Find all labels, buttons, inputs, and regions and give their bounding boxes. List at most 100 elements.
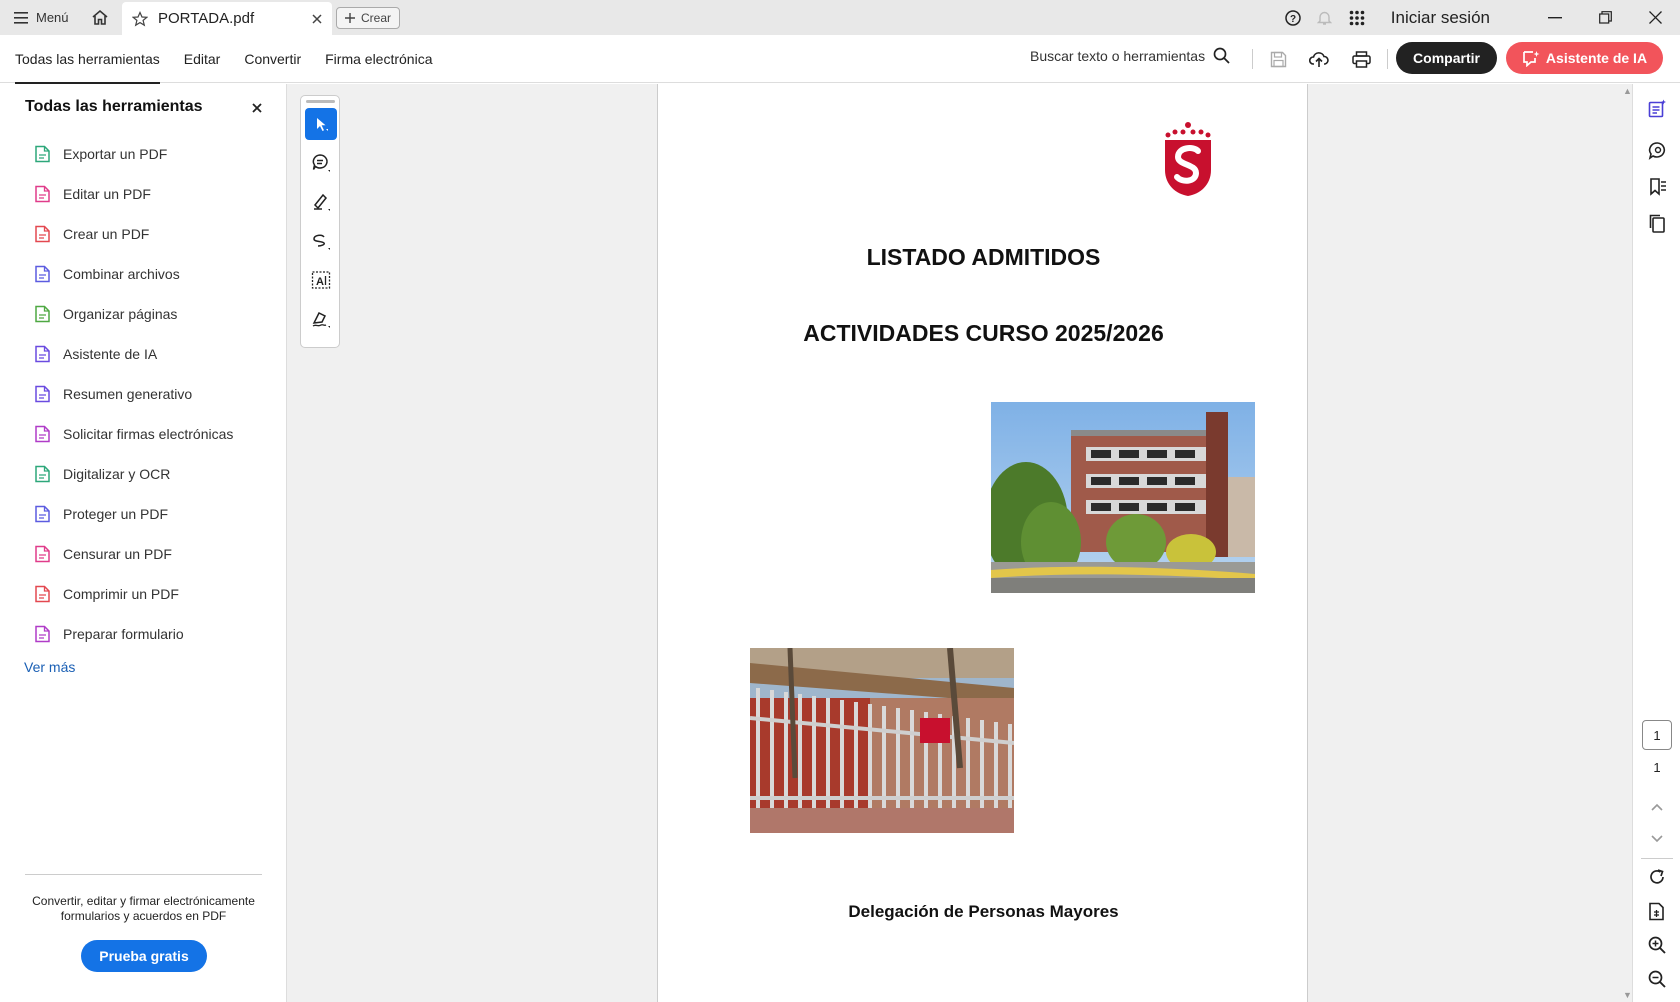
tool-label: Solicitar firmas electrónicas [63, 426, 234, 442]
save-button[interactable] [1265, 46, 1291, 72]
bell-icon [1317, 11, 1333, 25]
signin-link[interactable]: Iniciar sesión [1391, 8, 1490, 28]
apps-grid-icon [1349, 10, 1365, 25]
zoom-out-icon [1648, 970, 1666, 988]
toolbar-separator [1387, 49, 1388, 69]
scroll-up-arrow[interactable]: ▲ [1623, 86, 1632, 96]
text-tool-button[interactable]: A [305, 264, 337, 296]
ai-summary-button[interactable] [1646, 97, 1668, 119]
close-icon [252, 103, 262, 113]
next-page-button[interactable] [1646, 828, 1668, 850]
tool-item[interactable]: Preparar formulario [33, 614, 233, 654]
home-button[interactable] [83, 0, 117, 35]
save-icon [1270, 51, 1286, 67]
tool-item[interactable]: Proteger un PDF [33, 494, 233, 534]
see-more-link[interactable]: Ver más [24, 659, 75, 675]
redact-pdf-icon [33, 545, 51, 563]
plus-icon [345, 13, 355, 23]
create-button[interactable]: Crear [336, 7, 401, 29]
tool-label: Comprimir un PDF [63, 586, 179, 602]
minimize-button[interactable] [1530, 0, 1580, 35]
promo-text: Convertir, editar y firmar electrónicame… [32, 894, 255, 923]
svg-text:A: A [316, 276, 324, 288]
highlight-tool-button[interactable] [305, 186, 337, 218]
search-tools-button[interactable]: Buscar texto o herramientas [1030, 47, 1230, 64]
close-window-button[interactable] [1630, 0, 1680, 35]
star-icon[interactable] [132, 10, 148, 27]
nav-e-sign[interactable]: Firma electrónica [325, 35, 432, 83]
svg-text:?: ? [1290, 14, 1296, 25]
tool-label: Censurar un PDF [63, 546, 172, 562]
all-tools-panel: Todas las herramientas Exportar un PDF Ed… [0, 84, 287, 1002]
tool-item[interactable]: Organizar páginas [33, 294, 233, 334]
title-bar: Menú PORTADA.pdf Crear ? Iniciar sesión [0, 0, 1680, 35]
tool-item[interactable]: Asistente de IA [33, 334, 233, 374]
menu-label: Menú [36, 10, 69, 25]
zoom-out-button[interactable] [1646, 968, 1668, 990]
tools-list: Exportar un PDF Editar un PDF Crear un PDF… [33, 134, 233, 654]
upload-button[interactable] [1306, 46, 1332, 72]
print-button[interactable] [1348, 46, 1374, 72]
comments-panel-button[interactable] [1646, 139, 1668, 161]
share-button[interactable]: Compartir [1396, 42, 1497, 74]
tool-item[interactable]: Exportar un PDF [33, 134, 233, 174]
tool-item[interactable]: Editar un PDF [33, 174, 233, 214]
highlighter-icon [313, 193, 330, 211]
right-rail: 1 1 [1632, 84, 1680, 1002]
pages-panel-button[interactable] [1646, 212, 1668, 234]
nav-convert[interactable]: Convertir [244, 35, 301, 83]
restore-icon [1598, 11, 1612, 24]
tool-item[interactable]: Censurar un PDF [33, 534, 233, 574]
comment-icon [312, 154, 330, 172]
page-number-input[interactable]: 1 [1642, 720, 1672, 750]
create-label: Crear [361, 11, 392, 25]
delegation-name: Delegación de Personas Mayores [848, 902, 1119, 921]
protect-pdf-icon [33, 505, 51, 523]
bookmarks-panel-button[interactable] [1646, 175, 1668, 197]
export-pdf-icon [33, 145, 51, 163]
notifications-button[interactable] [1309, 0, 1341, 35]
restore-button[interactable] [1580, 0, 1630, 35]
quick-tools-bar: A [300, 95, 340, 348]
previous-page-button[interactable] [1646, 796, 1668, 818]
page-thumbnails-icon [1649, 214, 1665, 233]
tool-item[interactable]: Digitalizar y OCR [33, 454, 233, 494]
help-button[interactable]: ? [1277, 0, 1309, 35]
tool-item[interactable]: Solicitar firmas electrónicas [33, 414, 233, 454]
tool-item[interactable]: Crear un PDF [33, 214, 233, 254]
page-display-button[interactable] [1646, 900, 1668, 922]
select-tool-button[interactable] [305, 108, 337, 140]
free-trial-button[interactable]: Prueba gratis [81, 940, 207, 972]
apps-button[interactable] [1341, 0, 1373, 35]
document-viewer: A LISTADO ADMITIDOS ACTIVIDADES CURSO 20… [287, 84, 1632, 1002]
close-panel-button[interactable] [252, 100, 262, 118]
tool-item[interactable]: Resumen generativo [33, 374, 233, 414]
tool-label: Asistente de IA [63, 346, 158, 362]
school-fence-photo [750, 648, 1014, 833]
zoom-in-button[interactable] [1646, 934, 1668, 956]
tab-title: PORTADA.pdf [158, 10, 255, 27]
tool-label: Organizar páginas [63, 306, 178, 322]
sign-tool-button[interactable] [305, 303, 337, 335]
close-tab-icon[interactable] [312, 13, 322, 24]
menu-button[interactable]: Menú [0, 0, 83, 35]
drag-handle[interactable] [306, 100, 335, 103]
cursor-icon [317, 118, 328, 131]
rotate-button[interactable] [1646, 866, 1668, 888]
nav-all-tools[interactable]: Todas las herramientas [15, 35, 160, 84]
tool-item[interactable]: Combinar archivos [33, 254, 233, 294]
pdf-page: LISTADO ADMITIDOS ACTIVIDADES CURSO 2025… [657, 84, 1308, 1002]
ai-assistant-icon [33, 345, 51, 363]
draw-tool-button[interactable] [305, 225, 337, 257]
search-tools-label: Buscar texto o herramientas [1030, 47, 1206, 64]
tool-label: Resumen generativo [63, 386, 193, 402]
tool-label: Preparar formulario [63, 626, 184, 642]
help-icon: ? [1285, 9, 1301, 26]
tool-label: Proteger un PDF [63, 506, 169, 522]
tool-item[interactable]: Comprimir un PDF [33, 574, 233, 614]
document-tab[interactable]: PORTADA.pdf [122, 2, 332, 35]
ai-assistant-button[interactable]: Asistente de IA [1506, 42, 1663, 74]
comment-tool-button[interactable] [305, 147, 337, 179]
scroll-down-arrow[interactable]: ▼ [1623, 990, 1632, 1000]
nav-edit[interactable]: Editar [184, 35, 221, 83]
